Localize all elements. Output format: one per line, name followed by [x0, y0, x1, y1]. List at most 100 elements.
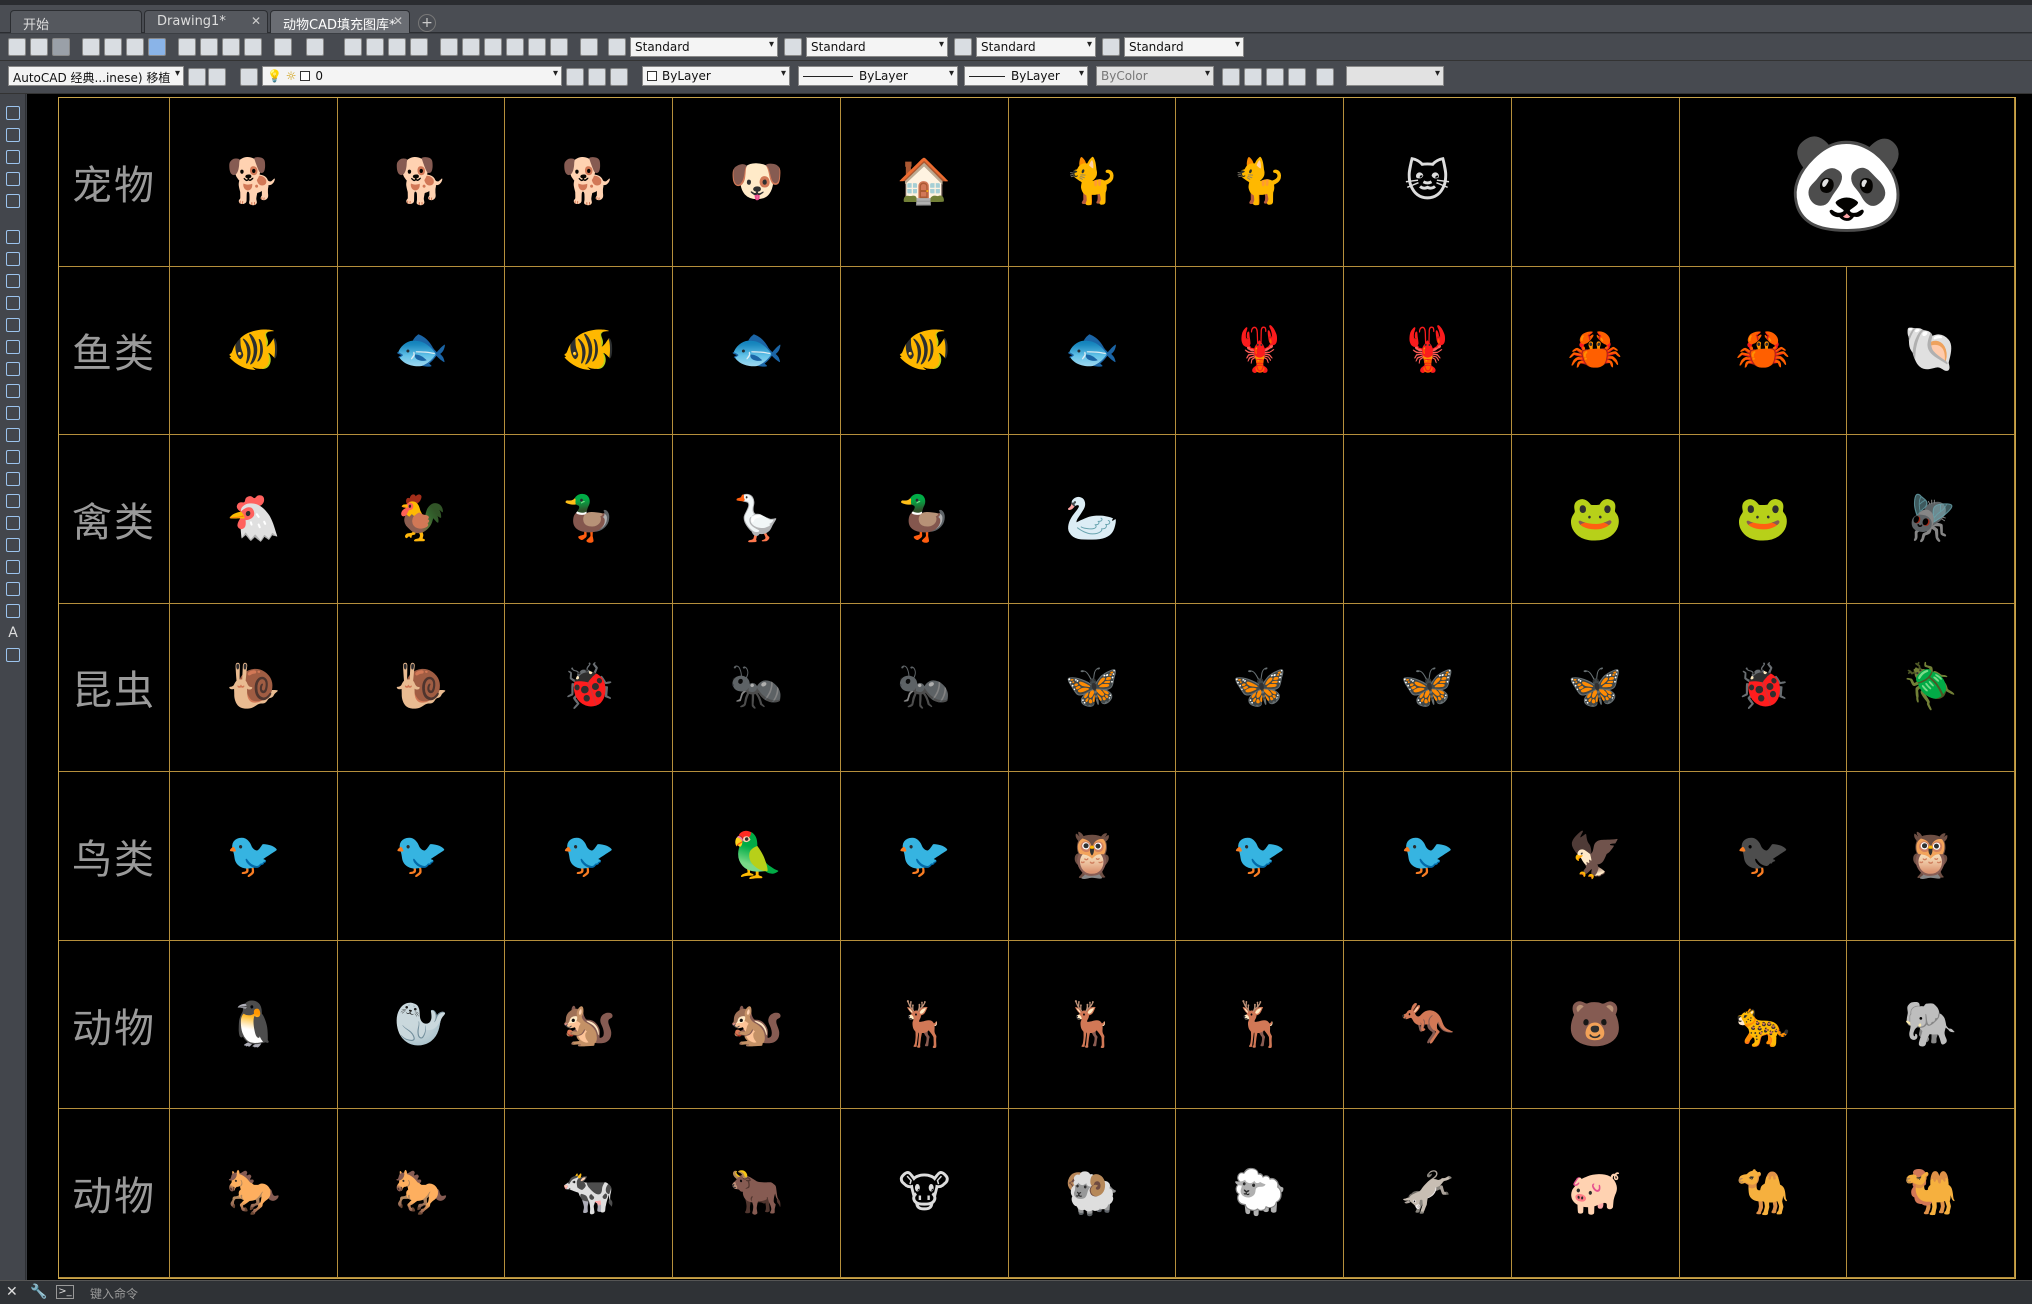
animal-cell[interactable]: 🦋 [1344, 603, 1512, 773]
multiline-text-icon[interactable]: A [6, 626, 20, 640]
oriole-icon[interactable]: 🐦 [226, 834, 281, 878]
animal-cell[interactable]: 🐱 [1344, 98, 1512, 267]
animal-cell[interactable]: 🐟 [337, 266, 506, 436]
animal-cell[interactable]: 🪿 [673, 435, 841, 604]
crab-orange-icon[interactable]: 🦀 [1568, 328, 1623, 372]
tab-animal-library[interactable]: 动物CAD填充图库* ✕ [270, 10, 410, 33]
arc-icon[interactable] [6, 340, 20, 354]
match-properties-icon[interactable] [244, 38, 262, 56]
panda-icon[interactable]: 🐼 [1787, 134, 1907, 230]
hen-brown-icon[interactable]: 🐔 [226, 496, 281, 541]
grey-squirrel-icon[interactable]: 🐿️ [729, 1002, 784, 1047]
animal-cell[interactable]: 🫏 [1344, 1109, 1512, 1278]
animal-cell[interactable]: 🦉 [1008, 772, 1177, 941]
properties-icon[interactable] [440, 38, 458, 56]
owl-flying-icon[interactable]: 🦉 [1903, 834, 1958, 878]
donkey-icon[interactable]: 🫏 [1400, 1171, 1455, 1215]
close-icon[interactable]: ✕ [393, 14, 403, 28]
animal-cell[interactable]: 🐘 [1847, 940, 2015, 1110]
gazelle-icon[interactable]: 🦌 [897, 1002, 952, 1047]
region-icon[interactable] [6, 582, 20, 596]
sandpiper-icon[interactable]: 🐦 [1400, 834, 1455, 878]
polygon-icon[interactable] [6, 296, 20, 310]
3d-dwf-icon[interactable] [148, 38, 166, 56]
ellipse-arc-icon[interactable] [6, 450, 20, 464]
animal-cell[interactable]: 🐚 [1847, 266, 2015, 436]
animal-cell[interactable]: 🐈 [1008, 98, 1177, 267]
animal-cell[interactable]: 🐆 [1679, 940, 1848, 1110]
ant-red-icon[interactable]: 🐜 [897, 665, 952, 709]
zoom-in-icon[interactable] [1266, 68, 1284, 86]
parrot-small-icon[interactable]: 🦜 [729, 834, 784, 878]
animal-cell[interactable]: 🐦‍⬛ [1679, 772, 1848, 941]
layer-dropdown[interactable]: 💡 ☼ 0 ▾ [262, 66, 562, 86]
linetype-dropdown[interactable]: ByLayer ▾ [798, 66, 958, 86]
butterfly-white-icon[interactable]: 🦋 [1232, 665, 1287, 709]
animal-cell[interactable]: 🐈 [1176, 98, 1345, 267]
dog-yellow-icon[interactable]: 🐕 [226, 159, 281, 204]
zoom-realtime-icon[interactable] [366, 38, 384, 56]
sheep-white-icon[interactable]: 🐑 [1232, 1171, 1287, 1215]
animal-cell[interactable]: 🐞 [505, 603, 674, 773]
animal-cell[interactable]: 🪲 [1847, 603, 2015, 773]
fish-goldfish-icon[interactable]: 🐟 [729, 328, 784, 372]
wrench-icon[interactable]: 🔧 [30, 1284, 47, 1300]
elephant-icon[interactable]: 🐘 [1903, 1002, 1958, 1047]
rooster-white-icon[interactable]: 🐓 [394, 496, 449, 541]
animal-cell[interactable]: 🦌 [840, 940, 1009, 1110]
animal-cell[interactable]: 🪰 [1847, 435, 2015, 604]
duck-mandarin-icon[interactable]: 🦆 [897, 496, 952, 541]
animal-cell[interactable]: 🐦 [840, 772, 1009, 941]
red-squirrel-icon[interactable]: 🐿️ [561, 1002, 616, 1047]
hatch-icon[interactable] [6, 538, 20, 552]
animal-cell[interactable]: 🐟 [1008, 266, 1177, 436]
animal-cell[interactable]: 🦀 [1511, 266, 1680, 436]
kangaroo-icon[interactable]: 🦘 [1400, 1002, 1455, 1047]
animal-cell[interactable]: 🦞 [1344, 266, 1512, 436]
animal-cell[interactable]: 🦅 [1511, 772, 1680, 941]
animal-cell[interactable]: 🦀 [1679, 266, 1848, 436]
pan-icon[interactable] [344, 38, 362, 56]
empty-cell[interactable] [1344, 435, 1512, 604]
text-style-icon[interactable] [608, 38, 626, 56]
animal-cell[interactable]: 🐖 [1511, 1109, 1680, 1278]
animal-cell[interactable]: 🐻 [1511, 940, 1680, 1110]
print-icon[interactable] [82, 38, 100, 56]
dog-house-icon[interactable]: 🏠 [897, 159, 952, 204]
cat-kittens-icon[interactable]: 🐈 [1065, 159, 1120, 204]
zoom-previous-icon[interactable] [410, 38, 428, 56]
paste-icon[interactable] [222, 38, 240, 56]
camera-icon[interactable] [6, 150, 20, 164]
ladybug-big-icon[interactable]: 🐞 [561, 665, 616, 709]
animal-cell[interactable]: 🐸 [1511, 435, 1680, 604]
frog-green-icon[interactable]: 🐸 [1735, 496, 1790, 541]
snail-white-icon[interactable]: 🐌 [394, 665, 449, 709]
dog-sign-icon[interactable]: 🐕 [561, 159, 616, 204]
mleader-style-dropdown[interactable]: Standard ▾ [1124, 37, 1244, 57]
animal-cell[interactable]: 🐫 [1847, 1109, 2015, 1278]
crab-small-icon[interactable]: 🦀 [1735, 328, 1790, 372]
animal-cell[interactable]: 🐠 [505, 266, 674, 436]
raven-icon[interactable]: 🐦‍⬛ [1735, 834, 1790, 878]
match-icon[interactable] [6, 106, 20, 120]
swan-white-icon[interactable]: 🦢 [1065, 496, 1120, 541]
animal-cell[interactable]: 🦢 [1008, 435, 1177, 604]
table-style-icon[interactable] [954, 38, 972, 56]
cow-head-icon[interactable]: 🐮 [898, 1171, 950, 1215]
animal-cell[interactable]: 🐑 [1176, 1109, 1345, 1278]
animal-cell[interactable]: 🐟 [673, 266, 841, 436]
zoom-extents-icon[interactable] [1222, 68, 1240, 86]
cougar-face-icon[interactable]: 🐆 [1735, 1002, 1790, 1047]
animal-cell[interactable]: 🐦 [1176, 772, 1345, 941]
animal-cell[interactable]: 🐿️ [505, 940, 674, 1110]
animal-cell[interactable]: 🐦 [505, 772, 674, 941]
animal-cell[interactable]: 🐼 [1679, 98, 2015, 267]
construction-line-icon[interactable] [6, 252, 20, 266]
animal-cell[interactable]: 🐠 [840, 266, 1009, 436]
animal-cell[interactable]: 🦋 [1176, 603, 1345, 773]
open-icon[interactable] [30, 38, 48, 56]
spline-icon[interactable] [6, 406, 20, 420]
eagle-icon[interactable]: 🦅 [1568, 834, 1623, 878]
table-style-dropdown[interactable]: Standard ▾ [976, 37, 1096, 57]
animal-cell[interactable]: 🐜 [840, 603, 1009, 773]
